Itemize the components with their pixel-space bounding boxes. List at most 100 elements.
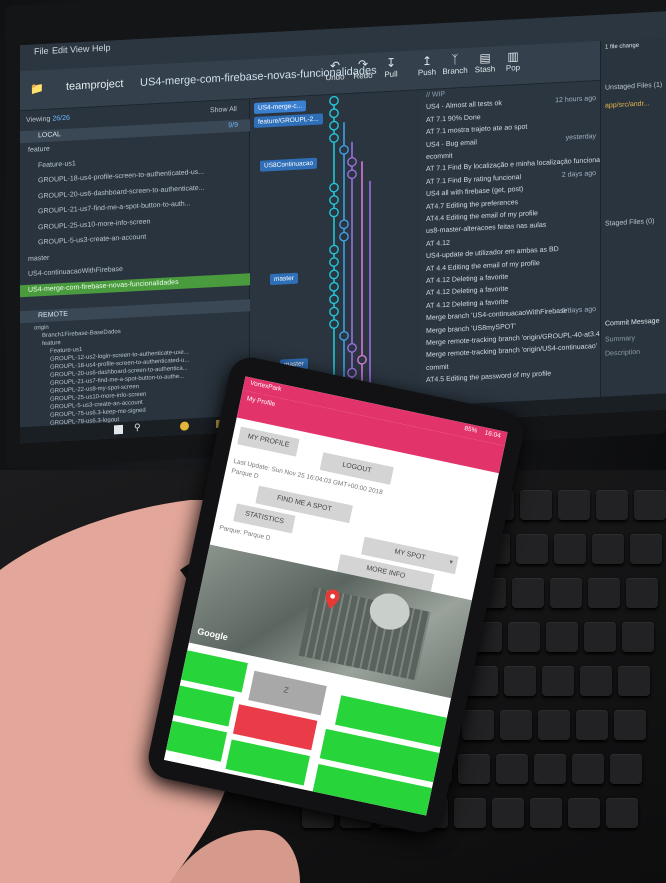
commit-node bbox=[329, 319, 339, 329]
undo-button[interactable]: ↶ Undo bbox=[320, 58, 350, 83]
summary-field[interactable]: Summary bbox=[605, 335, 635, 344]
pull-button[interactable]: ↧ Pull bbox=[376, 55, 406, 80]
parking-spot-cell[interactable] bbox=[173, 685, 235, 727]
pop-button[interactable]: ▥ Pop bbox=[498, 49, 528, 74]
keyboard-key bbox=[500, 710, 532, 740]
keyboard-key bbox=[606, 798, 638, 828]
push-label: Push bbox=[417, 67, 437, 78]
parking-spot-cell[interactable] bbox=[166, 720, 228, 762]
menu-file[interactable]: File bbox=[34, 46, 49, 57]
graph-branch-label[interactable]: master bbox=[270, 272, 298, 286]
keyboard-key bbox=[580, 666, 612, 696]
commit-message: AT 4.12 Deleting a favorite bbox=[426, 286, 509, 298]
keyboard-key bbox=[576, 710, 608, 740]
commit-node bbox=[329, 281, 339, 292]
undo-label: Undo bbox=[325, 72, 345, 83]
branch-button[interactable]: ᛉ Branch bbox=[440, 52, 470, 77]
pop-label: Pop bbox=[505, 63, 521, 73]
commit-node bbox=[329, 244, 339, 255]
parking-spot-cell[interactable] bbox=[181, 650, 248, 693]
push-icon: ↥ bbox=[421, 53, 433, 69]
folder-icon[interactable]: 📁 bbox=[30, 82, 44, 96]
push-button[interactable]: ↥ Push bbox=[412, 53, 442, 78]
app-title: VortexPark bbox=[249, 379, 283, 394]
commit-node bbox=[339, 219, 349, 230]
keyboard-key bbox=[588, 578, 620, 608]
unstaged-header[interactable]: Unstaged Files (1) bbox=[605, 82, 662, 92]
commit-message: US4 - Bug email bbox=[426, 138, 477, 149]
keyboard-key bbox=[516, 534, 548, 564]
keyboard-key bbox=[568, 798, 600, 828]
keyboard-key bbox=[572, 754, 604, 784]
redo-label: Redo bbox=[353, 70, 373, 81]
commit-node bbox=[329, 120, 339, 131]
pop-icon: ▥ bbox=[507, 49, 519, 64]
keyboard-key bbox=[610, 754, 642, 784]
commit-node bbox=[339, 231, 349, 242]
menu-view[interactable]: View bbox=[70, 44, 89, 55]
commit-message: AT4.7 Editing the preferences bbox=[426, 198, 519, 211]
menu-edit[interactable]: Edit bbox=[52, 45, 68, 56]
undo-icon: ↶ bbox=[329, 58, 341, 74]
unstaged-file[interactable]: app/src/andr... bbox=[605, 100, 649, 109]
commit-node bbox=[329, 294, 339, 305]
keyboard-key bbox=[454, 798, 486, 828]
staged-header[interactable]: Staged Files (0) bbox=[605, 218, 654, 228]
pull-icon: ↧ bbox=[385, 55, 397, 71]
keyboard-key bbox=[584, 622, 616, 652]
commit-node bbox=[339, 330, 349, 341]
keyboard-key bbox=[542, 666, 574, 696]
commit-node bbox=[329, 108, 339, 119]
keyboard-key bbox=[554, 534, 586, 564]
commit-message: AT 4.12 Deleting a favorite bbox=[426, 273, 509, 285]
commit-message: US4 - Almost all tests ok bbox=[426, 100, 502, 112]
pull-label: Pull bbox=[384, 69, 398, 80]
stash-icon: ▤ bbox=[479, 50, 491, 66]
keyboard-key bbox=[512, 578, 544, 608]
description-field[interactable]: Description bbox=[605, 349, 640, 358]
keyboard-key bbox=[634, 490, 666, 520]
my-profile-button[interactable]: MY PROFILE bbox=[237, 426, 300, 457]
commit-node bbox=[329, 207, 339, 218]
commit-node bbox=[347, 342, 357, 353]
keyboard-key bbox=[558, 490, 590, 520]
stash-label: Stash bbox=[474, 64, 496, 75]
commit-node bbox=[329, 306, 339, 317]
commit-message: AT 4.12 Deleting a favorite bbox=[426, 298, 509, 310]
keyboard-key bbox=[508, 622, 540, 652]
redo-button[interactable]: ↷ Redo bbox=[348, 57, 378, 82]
battery-level: 85% bbox=[463, 425, 478, 435]
search-icon[interactable]: ⚲ bbox=[134, 422, 141, 433]
redo-icon: ↷ bbox=[357, 57, 369, 72]
commit-node bbox=[329, 195, 339, 205]
left-panel: Viewing 26/26 Show All LOCAL 9/9 feature F… bbox=[20, 99, 250, 444]
keyboard-key bbox=[592, 534, 624, 564]
right-panel: 1 file change Unstaged Files (1) app/src… bbox=[600, 37, 666, 413]
windows-start-icon[interactable] bbox=[114, 424, 123, 435]
keyboard-key bbox=[626, 578, 658, 608]
keyboard-key bbox=[630, 534, 662, 564]
keyboard-key bbox=[492, 798, 524, 828]
keyboard-key bbox=[596, 490, 628, 520]
keyboard-key bbox=[614, 710, 646, 740]
chrome-icon[interactable] bbox=[180, 421, 189, 431]
stash-button[interactable]: ▤ Stash bbox=[470, 50, 500, 75]
keyboard-key bbox=[496, 754, 528, 784]
commit-node bbox=[329, 133, 339, 143]
menu-help[interactable]: Help bbox=[92, 43, 111, 54]
commit-message: AT 7.1 90% Done bbox=[426, 113, 481, 124]
commit-node bbox=[347, 367, 357, 378]
repo-name[interactable]: teamproject bbox=[66, 78, 123, 93]
commit-message: ecommit bbox=[426, 152, 453, 161]
phone-screen: VortexPark 85% 16:04 My Profile MY PROFI… bbox=[163, 376, 508, 816]
commit-node bbox=[347, 169, 357, 180]
keyboard-key bbox=[458, 754, 490, 784]
commit-node bbox=[347, 156, 357, 167]
screen-subtitle: My Profile bbox=[246, 395, 276, 409]
commit-node bbox=[329, 257, 339, 267]
show-all-link[interactable]: Show All bbox=[210, 104, 237, 117]
commit-message: commit bbox=[426, 363, 449, 372]
commit-node bbox=[329, 182, 339, 193]
status-time: 16:04 bbox=[483, 429, 502, 440]
keyboard-key bbox=[520, 490, 552, 520]
